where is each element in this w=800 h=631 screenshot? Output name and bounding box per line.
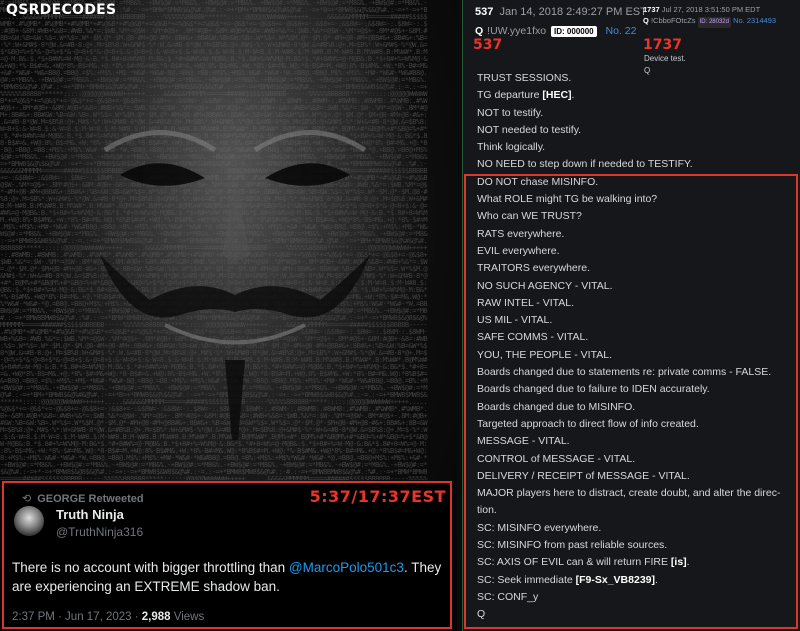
post2-id-badge: ID: 28032d [697,17,731,28]
post-line: Q [477,608,486,621]
mask-image-panel: #:=*M8&%.-+BW$@#:=*M8&%.-+BW$@#:=*M8&%.-… [0,0,457,631]
avatar[interactable] [14,506,44,536]
post-line: SC: AXIS OF EVIL can & will return FIRE … [477,556,690,569]
post2-number-annotation: 1737 [643,37,682,53]
post2-author: Q [643,16,649,25]
post-number: 537 [475,6,494,18]
post-line: NO SUCH AGENCY - VITAL. [477,279,613,292]
post2-date: Jul 27, 2018 3:51:50 PM EDT [661,5,761,14]
post-line: TRUST SESSIONS. [477,72,572,84]
post-author-row: Q !UW.yye1fxo ID: 000000 No. 22 [475,25,636,37]
post-line: SC: MISINFO everywhere. [477,521,602,534]
post-author: Q [475,25,484,37]
post-line: SAFE COMMS - VITAL. [477,331,589,344]
post-line: Boards changed due to MISINFO. [477,400,636,413]
post-id-badge: ID: 000000 [551,26,597,37]
post2-line: Device test. [644,54,686,63]
retweet-label: GEORGE Retweeted [37,493,144,505]
post-line: MESSAGE - VITAL. [477,435,570,448]
tweet-timestamp[interactable]: 2:37 PM · Jun 17, 2023 · [12,611,142,623]
post-line: Targeted approach to direct flow of info… [477,417,699,430]
post-line: DO NOT chase MISINFO. [477,175,599,188]
post-line: US MIL - VITAL. [477,314,553,327]
post-no-link[interactable]: No. 22 [606,25,637,37]
post-number-annotation: 537 [473,37,503,53]
post-line: tion. [477,504,497,517]
post-line: EVIL everywhere. [477,244,560,257]
post-line: RATS everywhere. [477,227,565,240]
post-header: 537 Jan 14, 2018 2:49:27 PM EST [475,6,647,18]
tweet-text: There is no account with bigger throttli… [12,558,452,596]
post-line: NOT to testify. [477,106,544,119]
views-count: 2,988 [141,611,171,623]
retweet-card[interactable]: ⟲ GEORGE Retweeted 5:37/17:37EST Truth Ni… [2,481,452,629]
post-line: NO NEED to step down if needed to TESTIF… [477,158,693,171]
post-tripcode: !UW.yye1fxo [487,25,547,37]
post-line: SC: CONF_y [477,590,539,603]
post-line: MAJOR players here to distract, create d… [477,487,781,500]
post-line: TG departure [HEC]. [477,89,575,102]
q-post-panel: 537 Jan 14, 2018 2:49:27 PM EST Q !UW.yye… [462,0,800,631]
post-line: What ROLE might TG be walking into? [477,193,658,206]
retweet-icon: ⟲ [22,493,32,505]
post-line: Think logically. [477,141,546,154]
author-name[interactable]: Truth Ninja [56,507,124,522]
post-line: CONTROL of MESSAGE - VITAL. [477,452,636,465]
post-line: SC: MISINFO from past reliable sources. [477,539,668,552]
post2-number: 1737 [643,5,660,14]
brand-watermark: QSRDECODES [6,2,117,18]
views-label: Views [170,611,205,623]
post-line: NOT needed to testify. [477,123,582,136]
post-date: Jan 14, 2018 2:49:27 PM EST [499,6,647,18]
post-body: TRUST SESSIONS. TG departure [HEC]. NOT to… [477,70,797,624]
tweet-meta: 2:37 PM · Jun 17, 2023 · 2,988 Views [12,611,204,623]
post-line: Boards changed due to failure to IDEN ac… [477,383,710,396]
mention-link[interactable]: @MarcoPolo501c3 [289,560,404,575]
post-line: SC: Seek immediate [F9-Sx_VB8239]. [477,573,658,586]
guy-fawkes-mask-image [45,0,425,470]
author-handle[interactable]: @TruthNinja316 [56,525,143,539]
second-post-header: 1737 Jul 27, 2018 3:51:50 PM EDT Q !Cbbo… [643,4,800,28]
post2-no-link[interactable]: No. 2314493 [733,16,776,25]
post-line: Boards changed due to statements re: pri… [477,366,772,379]
time-overlay-annotation: 5:37/17:37EST [309,487,446,506]
post-line: RAW INTEL - VITAL. [477,296,575,309]
tweet-text-start: There is no account with bigger throttli… [12,560,289,575]
post-line: YOU, THE PEOPLE - VITAL. [477,348,612,361]
post2-tripcode: !CbboFOtcZs [650,16,696,25]
post-line: DELIVERY / RECEIPT of MESSAGE - VITAL. [477,469,690,482]
post-line: TRAITORS everywhere. [477,262,591,275]
post-line: Who can WE TRUST? [477,210,582,223]
retweet-indicator: ⟲ GEORGE Retweeted [22,492,144,505]
